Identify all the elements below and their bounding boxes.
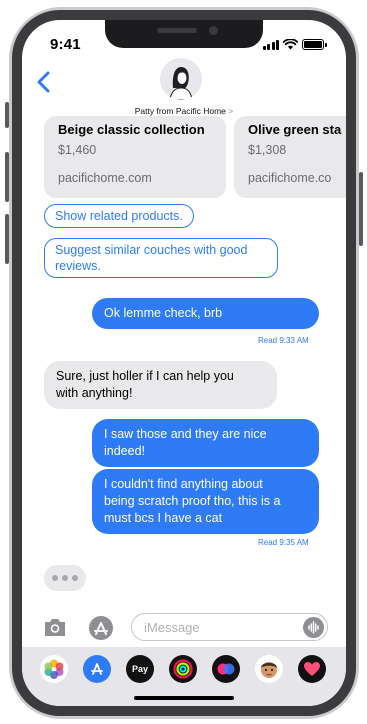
chip-label: Show related products. bbox=[55, 209, 183, 223]
digital-touch-icon[interactable] bbox=[212, 655, 240, 683]
contact-name-header[interactable]: Patty from Pacific Home > bbox=[22, 106, 346, 116]
product-title: Olive green sta bbox=[248, 122, 342, 137]
message-text-line2: with anything! bbox=[56, 386, 133, 400]
volume-up-button bbox=[5, 152, 9, 202]
status-icons bbox=[262, 39, 327, 50]
photos-icon[interactable] bbox=[40, 655, 68, 683]
audio-message-button[interactable] bbox=[303, 617, 324, 638]
product-card[interactable]: Olive green sta $1,308 pacifichome.co bbox=[234, 116, 346, 198]
chip-label-line2: reviews. bbox=[55, 259, 101, 273]
home-indicator bbox=[134, 696, 234, 700]
battery-icon bbox=[302, 39, 327, 50]
suggestion-chip-related[interactable]: Show related products. bbox=[44, 204, 194, 228]
signal-icon bbox=[262, 39, 279, 50]
product-price: $1,308 bbox=[248, 143, 287, 157]
front-camera bbox=[209, 26, 218, 35]
message-text-line2: indeed! bbox=[104, 444, 146, 458]
outgoing-message[interactable]: Ok lemme check, brb bbox=[92, 298, 319, 329]
product-card[interactable]: Beige classic collection $1,460 pacifich… bbox=[44, 116, 226, 198]
product-price: $1,460 bbox=[58, 143, 97, 157]
memoji-icon[interactable] bbox=[255, 655, 283, 683]
apple-pay-icon[interactable]: Pay bbox=[126, 655, 154, 683]
contact-name: Patty from Pacific Home bbox=[134, 106, 226, 116]
read-receipt: Read 9:33 AM bbox=[258, 336, 309, 345]
phone-screen: 9:41 Patty from Pacific Home > Beige cla… bbox=[22, 20, 346, 706]
contact-chevron: > bbox=[228, 106, 234, 116]
notch bbox=[105, 20, 263, 48]
mute-switch bbox=[5, 102, 9, 128]
message-text-line3: must bcs I have a cat bbox=[104, 511, 223, 525]
heart-sticker-icon[interactable] bbox=[298, 655, 326, 683]
product-domain: pacifichome.com bbox=[58, 171, 152, 185]
waveform-icon bbox=[308, 621, 319, 634]
outgoing-message[interactable]: I saw those and they are nice indeed! bbox=[92, 419, 319, 467]
message-text-line2: being scratch proof tho, this is a bbox=[104, 494, 281, 508]
app-store-drawer-icon[interactable] bbox=[83, 655, 111, 683]
status-time: 9:41 bbox=[50, 36, 81, 53]
read-receipt: Read 9:35 AM bbox=[258, 538, 309, 547]
power-button bbox=[359, 172, 363, 246]
wifi-icon bbox=[283, 39, 298, 50]
message-text: Ok lemme check, brb bbox=[104, 306, 223, 320]
message-input[interactable] bbox=[144, 619, 294, 635]
speaker-grille bbox=[157, 28, 197, 33]
message-text-line1: I couldn't find anything about bbox=[104, 477, 263, 491]
message-text-line1: I saw those and they are nice bbox=[104, 427, 267, 441]
chip-label-line1: Suggest similar couches with good bbox=[55, 243, 248, 257]
typing-indicator bbox=[44, 565, 86, 591]
product-title: Beige classic collection bbox=[58, 122, 205, 137]
app-store-icon[interactable] bbox=[88, 615, 114, 641]
message-text-line1: Sure, just holler if I can help you bbox=[56, 369, 234, 383]
contact-avatar[interactable] bbox=[160, 58, 202, 100]
incoming-message[interactable]: Sure, just holler if I can help you with… bbox=[44, 361, 277, 409]
volume-down-button bbox=[5, 214, 9, 264]
product-domain: pacifichome.co bbox=[248, 171, 332, 185]
apple-pay-label: Pay bbox=[131, 664, 148, 674]
avatar-illustration bbox=[160, 58, 202, 100]
message-input-field[interactable] bbox=[131, 613, 328, 641]
suggestion-chip-similar[interactable]: Suggest similar couches with good review… bbox=[44, 238, 278, 278]
outgoing-message[interactable]: I couldn't find anything about being scr… bbox=[92, 469, 319, 534]
activity-icon[interactable] bbox=[169, 655, 197, 683]
camera-icon[interactable] bbox=[43, 617, 67, 637]
back-chevron-icon[interactable] bbox=[34, 68, 54, 96]
